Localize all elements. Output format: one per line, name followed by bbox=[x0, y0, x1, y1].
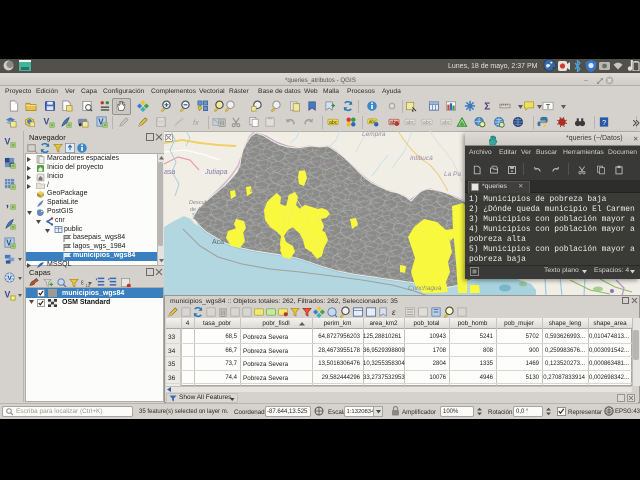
svg-text:L..des..a E: L..des..a E bbox=[316, 183, 343, 189]
svg-text:,: , bbox=[6, 198, 9, 209]
svg-text:abc: abc bbox=[406, 120, 415, 126]
svg-text:Lempira: Lempira bbox=[314, 159, 336, 165]
svg-text:abc: abc bbox=[442, 120, 451, 126]
svg-text:De...am..ento: De...am..ento bbox=[340, 199, 373, 205]
svg-text:de T..la: de T..la bbox=[287, 167, 305, 173]
svg-text:V: V bbox=[4, 136, 10, 146]
svg-text:La Pa: La Pa bbox=[444, 171, 461, 178]
svg-text:T: T bbox=[546, 102, 551, 111]
svg-text:V: V bbox=[8, 275, 13, 282]
svg-text:abc: abc bbox=[423, 120, 432, 126]
svg-text:de Caba..as: de Caba..as bbox=[341, 207, 371, 213]
svg-text:Σ: Σ bbox=[484, 102, 490, 112]
svg-text:asa: asa bbox=[164, 169, 175, 176]
svg-text:abc: abc bbox=[329, 120, 338, 126]
svg-text:de Ahu: de Ahu bbox=[190, 207, 207, 213]
svg-text:ta Aca: ta Aca bbox=[250, 188, 265, 194]
svg-text:Conchagua: Conchagua bbox=[408, 285, 442, 292]
svg-text:fx: fx bbox=[193, 118, 199, 127]
svg-text:Aca: Aca bbox=[212, 239, 224, 246]
svg-text:ε: ε bbox=[81, 279, 84, 286]
svg-text:ε: ε bbox=[392, 307, 396, 317]
svg-text:V: V bbox=[4, 289, 10, 299]
svg-text:V: V bbox=[43, 116, 49, 126]
svg-text:Intibucá: Intibucá bbox=[410, 155, 433, 162]
svg-text:Lempira: Lempira bbox=[362, 131, 386, 138]
svg-text:Descubrim: Descubrim bbox=[189, 200, 216, 206]
svg-text:?: ? bbox=[602, 118, 606, 127]
svg-text:Jutiapa: Jutiapa bbox=[204, 169, 228, 176]
